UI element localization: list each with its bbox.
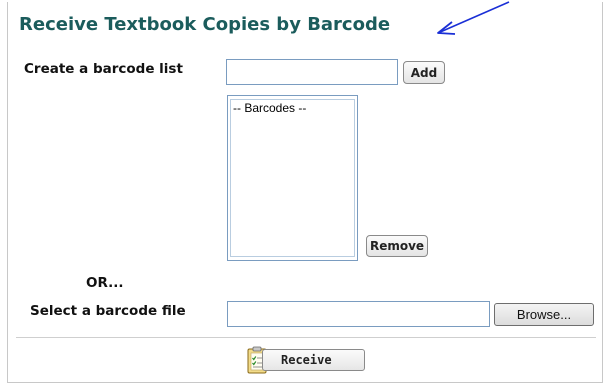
annotation-arrow-icon	[437, 1, 510, 35]
file-path-input[interactable]	[227, 301, 490, 327]
browse-button-label: Browse...	[516, 307, 572, 322]
receive-button-label: Receive	[281, 353, 332, 367]
barcode-file-label: Select a barcode file	[30, 303, 186, 319]
barcode-listbox-inner: -- Barcodes --	[230, 99, 355, 257]
barcode-listbox[interactable]: -- Barcodes --	[227, 95, 358, 261]
list-item[interactable]: -- Barcodes --	[233, 101, 352, 115]
or-label: OR...	[86, 275, 124, 291]
add-button-label: Add	[410, 65, 438, 80]
footer-divider	[16, 337, 596, 338]
browse-button[interactable]: Browse...	[494, 303, 594, 326]
remove-button-label: Remove	[369, 239, 425, 253]
add-button[interactable]: Add	[403, 61, 445, 84]
receive-button[interactable]: Receive	[245, 346, 365, 374]
barcode-list-label: Create a barcode list	[24, 61, 183, 77]
remove-button[interactable]: Remove	[366, 235, 428, 257]
barcode-input[interactable]	[226, 59, 398, 85]
receive-button-box[interactable]: Receive	[262, 349, 365, 371]
